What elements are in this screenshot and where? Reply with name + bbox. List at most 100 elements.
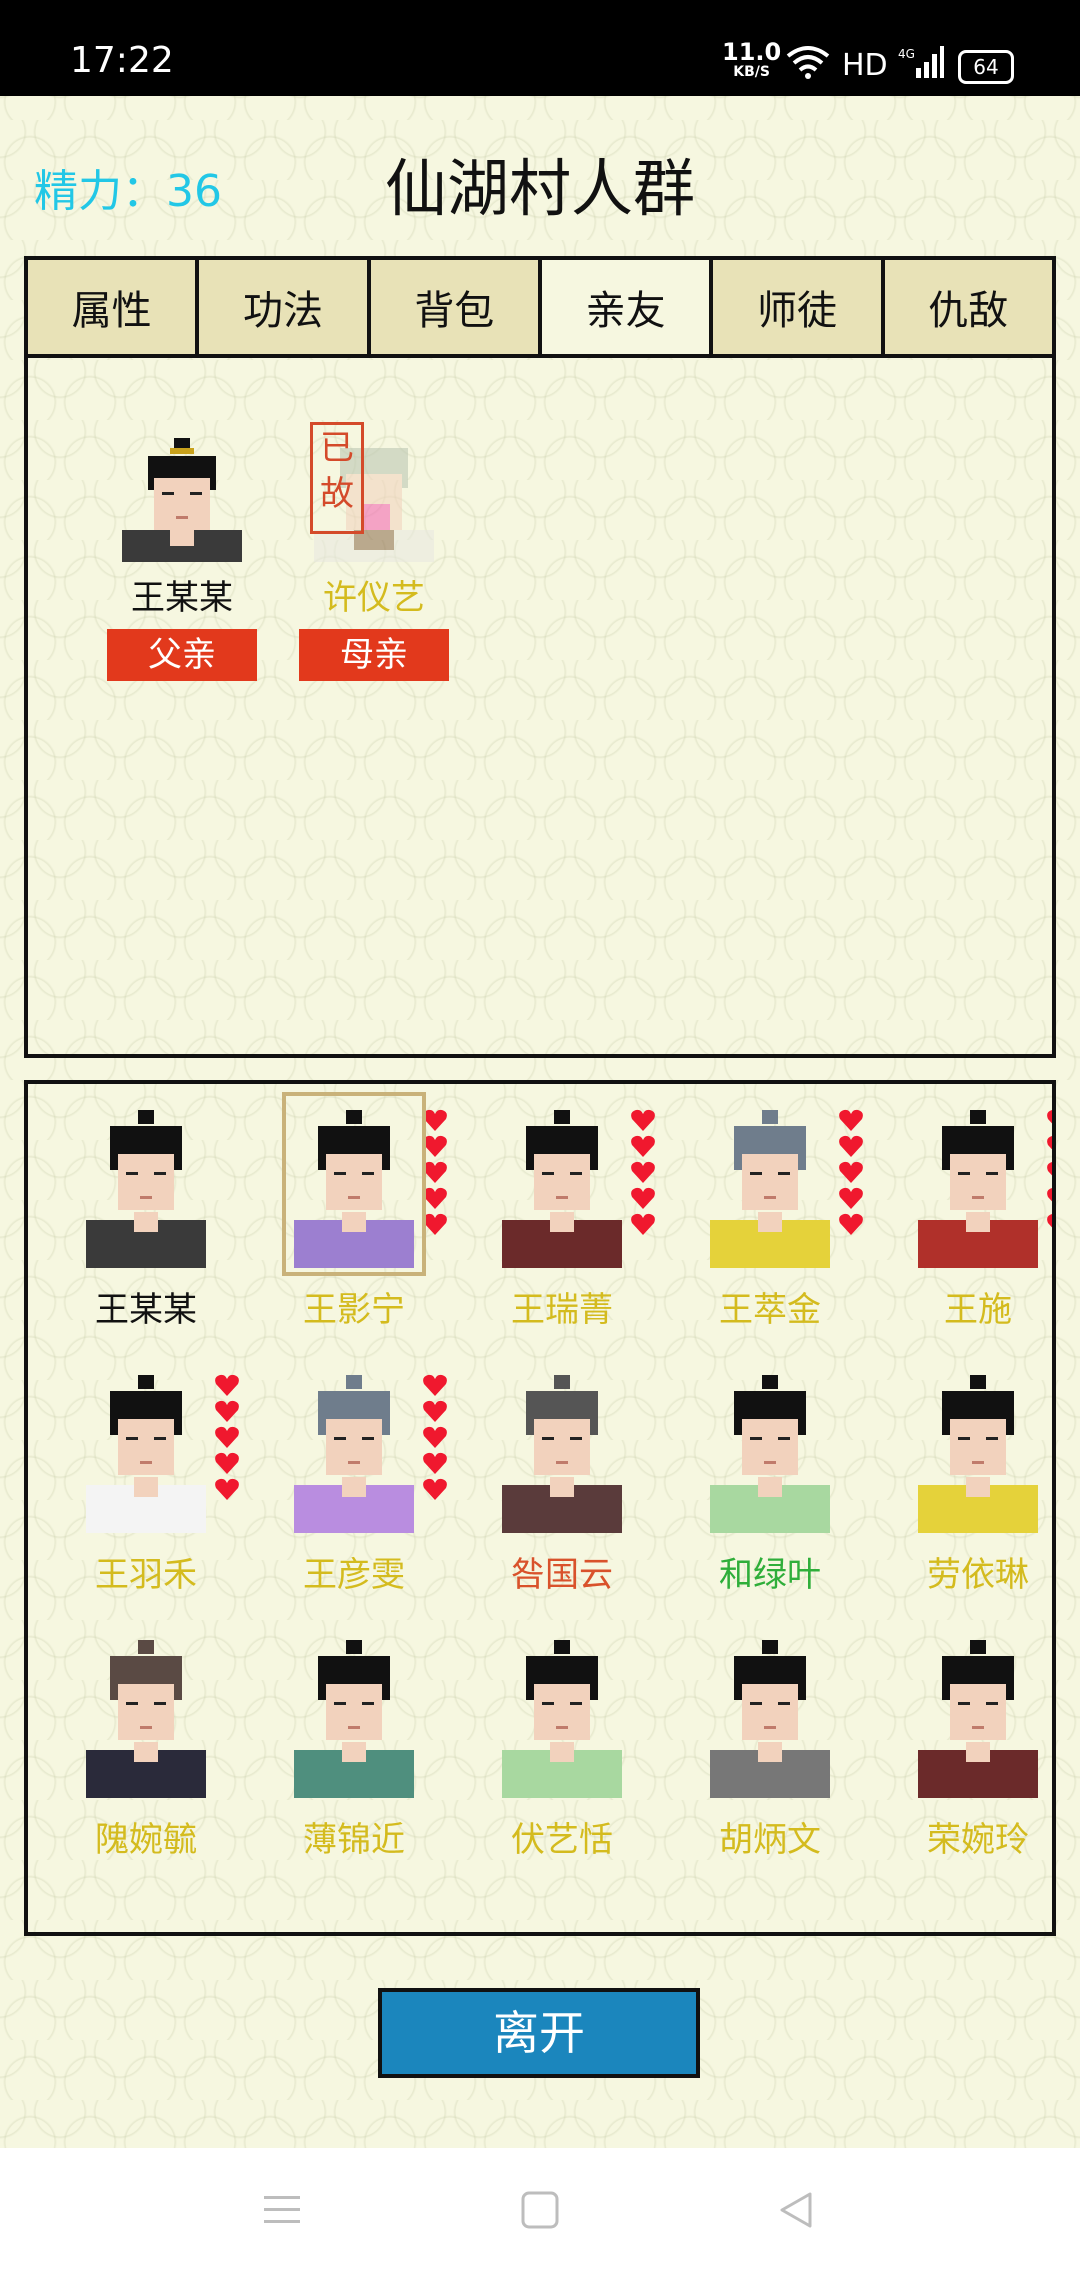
villager-card[interactable]: 隗婉毓 — [42, 1630, 250, 1875]
leave-button[interactable]: 离开 — [378, 1988, 700, 2078]
heart-icon — [423, 1135, 447, 1157]
tab-enemies[interactable]: 仇敌 — [884, 260, 1052, 354]
heart-icon — [631, 1109, 655, 1131]
mother-portrait: 已故 — [310, 422, 438, 562]
tab-skills[interactable]: 功法 — [199, 260, 371, 354]
villager-card[interactable]: 王施 — [874, 1100, 1052, 1345]
villager-portrait — [290, 1365, 418, 1533]
villager-portrait — [282, 1092, 426, 1276]
family-name: 王某某 — [131, 578, 233, 618]
villager-portrait — [82, 1100, 210, 1268]
father-portrait — [118, 434, 246, 562]
heart-icon — [423, 1187, 447, 1209]
tab-mentor[interactable]: 师徒 — [713, 260, 885, 354]
relatives-panel: 王某某 父亲 已故 许仪艺 母亲 — [24, 354, 1056, 1058]
villager-card[interactable]: 胡炳文 — [666, 1630, 874, 1875]
heart-icon — [631, 1213, 655, 1235]
heart-icon — [215, 1452, 239, 1474]
villager-name: 劳依琳 — [927, 1555, 1029, 1595]
villager-card[interactable]: 王萃金 — [666, 1100, 874, 1345]
heart-icon — [839, 1109, 863, 1131]
villager-card[interactable]: 王羽禾 — [42, 1365, 250, 1610]
system-nav-bar — [0, 2148, 1080, 2280]
heart-icon — [423, 1478, 447, 1500]
villager-portrait — [82, 1630, 210, 1798]
villager-portrait — [290, 1630, 418, 1798]
heart-icon — [839, 1161, 863, 1183]
villager-name: 王影宁 — [303, 1290, 405, 1330]
family-name: 许仪艺 — [323, 578, 425, 618]
villager-card[interactable]: 薄锦近 — [250, 1630, 458, 1875]
tab-bar: 属性 功法 背包 亲友 师徒 仇敌 — [24, 256, 1056, 358]
heart-icon — [839, 1135, 863, 1157]
heart-icon — [423, 1213, 447, 1235]
status-time: 17:22 — [70, 40, 174, 81]
back-icon[interactable] — [776, 2190, 816, 2230]
tab-backpack[interactable]: 背包 — [370, 260, 542, 354]
heart-icon — [1047, 1110, 1052, 1124]
net-speed: 11.0 KB/S — [722, 40, 781, 82]
heart-icon — [839, 1187, 863, 1209]
villager-card[interactable]: 劳依琳 — [874, 1365, 1052, 1610]
villager-portrait — [914, 1630, 1042, 1798]
villager-name: 王羽禾 — [95, 1555, 197, 1595]
heart-icon — [1047, 1136, 1052, 1150]
villager-portrait — [914, 1365, 1042, 1533]
affection-hearts — [214, 1373, 244, 1503]
family-member[interactable]: 已故 许仪艺 母亲 — [294, 422, 454, 681]
heart-icon — [423, 1452, 447, 1474]
affection-hearts — [838, 1108, 868, 1238]
villager-portrait — [914, 1100, 1042, 1268]
villager-card[interactable]: 王瑞菁 — [458, 1100, 666, 1345]
heart-icon — [631, 1161, 655, 1183]
villager-portrait — [498, 1630, 626, 1798]
villager-portrait — [82, 1365, 210, 1533]
villager-name: 王萃金 — [719, 1290, 821, 1330]
wifi-icon — [786, 46, 830, 79]
villager-portrait — [498, 1100, 626, 1268]
hd-indicator: HD — [842, 48, 888, 83]
villager-name: 王某某 — [95, 1290, 197, 1330]
tab-relatives[interactable]: 亲友 — [541, 260, 714, 354]
heart-icon — [423, 1161, 447, 1183]
villagers-panel: 王某某 王影宁 王瑞菁 王萃金 王施王羽禾 王彦雯 咎国云 和绿叶 劳依琳隗婉毓 薄锦近 伏艺恬 胡炳… — [24, 1080, 1056, 1936]
villager-card[interactable]: 荣婉玲 — [874, 1630, 1052, 1875]
heart-icon — [215, 1478, 239, 1500]
heart-icon — [423, 1109, 447, 1131]
villager-name: 胡炳文 — [719, 1820, 821, 1860]
heart-icon — [215, 1400, 239, 1422]
battery-icon: 64 — [958, 50, 1014, 84]
heart-icon — [1047, 1162, 1052, 1176]
villager-name: 和绿叶 — [719, 1555, 821, 1595]
menu-icon[interactable] — [262, 2190, 302, 2230]
heart-icon — [1047, 1214, 1052, 1228]
villagers-grid: 王某某 王影宁 王瑞菁 王萃金 王施王羽禾 王彦雯 咎国云 和绿叶 劳依琳隗婉毓 薄锦近 伏艺恬 胡炳… — [42, 1092, 1052, 1875]
signal-icon: 4G — [898, 46, 944, 78]
family-role-badge: 母亲 — [299, 629, 449, 681]
villager-name: 王瑞菁 — [511, 1290, 613, 1330]
villager-card[interactable]: 伏艺恬 — [458, 1630, 666, 1875]
home-icon[interactable] — [520, 2190, 560, 2230]
villager-card[interactable]: 王影宁 — [250, 1092, 458, 1345]
status-bar: 17:22 11.0 KB/S HD 4G 64 — [0, 0, 1080, 96]
heart-icon — [839, 1213, 863, 1235]
heart-icon — [215, 1374, 239, 1396]
deceased-stamp: 已故 — [310, 422, 364, 534]
villager-name: 荣婉玲 — [927, 1820, 1029, 1860]
villager-card[interactable]: 王某某 — [42, 1100, 250, 1345]
villager-card[interactable]: 咎国云 — [458, 1365, 666, 1610]
villager-name: 王施 — [944, 1290, 1012, 1330]
tab-attributes[interactable]: 属性 — [28, 260, 200, 354]
page-title: 仙湖村人群 — [384, 152, 695, 225]
affection-hearts — [1046, 1108, 1052, 1238]
family-role-badge: 父亲 — [107, 629, 257, 681]
heart-icon — [631, 1135, 655, 1157]
villager-card[interactable]: 王彦雯 — [250, 1365, 458, 1610]
villager-name: 伏艺恬 — [511, 1820, 613, 1860]
villager-name: 薄锦近 — [303, 1820, 405, 1860]
heart-icon — [423, 1400, 447, 1422]
heart-icon — [423, 1374, 447, 1396]
villager-card[interactable]: 和绿叶 — [666, 1365, 874, 1610]
family-member[interactable]: 王某某 父亲 — [102, 434, 262, 681]
svg-text:4G: 4G — [898, 47, 915, 61]
